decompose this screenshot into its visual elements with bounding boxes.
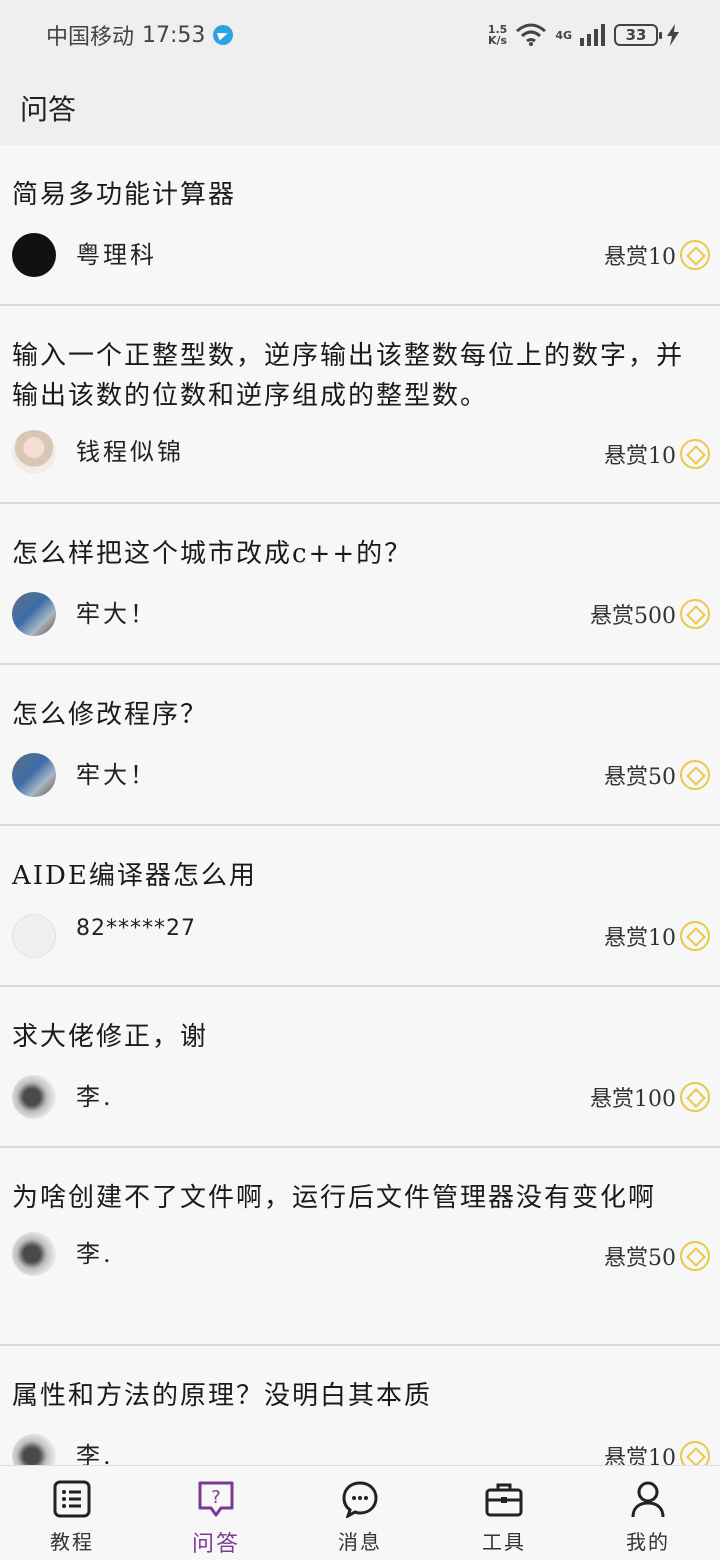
avatar[interactable]	[12, 753, 56, 797]
network-type: 4G	[555, 28, 572, 42]
list-icon	[53, 1480, 91, 1518]
avatar[interactable]	[12, 1232, 56, 1276]
coin-icon	[680, 439, 710, 469]
question-title: 输入一个正整型数，逆序输出该整数每位上的数字，并输出该数的位数和逆序组成的整型数…	[12, 341, 685, 411]
avatar[interactable]	[12, 914, 56, 958]
avatar[interactable]	[12, 233, 56, 277]
author-name[interactable]: 钱程似锦	[76, 432, 184, 467]
question-meta: 李. 悬赏50	[12, 1224, 710, 1284]
reward: 悬赏500	[590, 598, 710, 630]
coin-icon	[680, 240, 710, 270]
question-title: 怎么修改程序？	[12, 700, 209, 730]
tab-tutorial[interactable]: 教程	[0, 1466, 144, 1560]
telegram-icon	[213, 25, 234, 45]
question-item[interactable]: 简易多功能计算器 粤理科 悬赏10	[0, 145, 720, 306]
tab-label: 我的	[626, 1530, 670, 1554]
question-title: 求大佬修正，谢	[12, 1022, 209, 1052]
coin-icon	[680, 921, 710, 951]
question-item[interactable]: 属性和方法的原理？没明白其本质 李. 悬赏10	[0, 1346, 720, 1465]
avatar[interactable]	[12, 430, 56, 474]
reward-label: 悬赏10	[604, 1446, 676, 1465]
charging-icon	[667, 24, 679, 46]
tab-profile[interactable]: 我的	[576, 1466, 720, 1560]
reward-label: 悬赏100	[590, 1087, 676, 1112]
question-item[interactable]: 为啥创建不了文件啊，运行后文件管理器没有变化啊 李. 悬赏50	[0, 1148, 720, 1346]
question-item[interactable]: 求大佬修正，谢 李. 悬赏100	[0, 987, 720, 1148]
net-speed: 1.5 K/s	[488, 24, 508, 46]
tab-qa[interactable]: ? 问答	[144, 1466, 288, 1560]
author-name[interactable]: 李.	[76, 1077, 114, 1112]
tab-label: 工具	[482, 1530, 526, 1554]
tab-tools[interactable]: 工具	[432, 1466, 576, 1560]
author-name[interactable]: 李.	[76, 1234, 114, 1269]
net-speed-unit: K/s	[488, 34, 508, 47]
tab-messages[interactable]: 消息	[288, 1466, 432, 1560]
bottom-nav: 教程 ? 问答 消息 工具 我的	[0, 1465, 720, 1560]
page-title: 问答	[20, 92, 77, 126]
app-bar: 问答	[0, 70, 720, 145]
clock: 17:53	[142, 22, 206, 48]
question-title: AIDE编译器怎么用	[12, 861, 257, 891]
author-name[interactable]: 李.	[76, 1436, 114, 1465]
coin-icon	[680, 1441, 710, 1465]
question-title: 为啥创建不了文件啊，运行后文件管理器没有变化啊	[12, 1183, 657, 1213]
question-meta: 牢大！ 悬赏500	[12, 582, 710, 642]
reward: 悬赏10	[604, 1440, 710, 1465]
question-meta: 82*****27 悬赏10	[12, 904, 710, 964]
reward-label: 悬赏10	[604, 926, 676, 951]
reward: 悬赏10	[604, 920, 710, 952]
question-title: 简易多功能计算器	[12, 180, 237, 210]
status-bar: 中国移动 17:53 1.5 K/s 4G 33	[0, 0, 720, 70]
question-icon: ?	[198, 1481, 234, 1517]
battery-indicator: 33	[614, 24, 662, 46]
question-item[interactable]: 怎么样把这个城市改成c++的？ 牢大！ 悬赏500	[0, 504, 720, 665]
reward-label: 悬赏50	[604, 1246, 676, 1271]
message-icon	[342, 1481, 378, 1518]
reward-label: 悬赏500	[590, 604, 676, 629]
coin-icon	[680, 1082, 710, 1112]
question-title: 属性和方法的原理？没明白其本质	[12, 1381, 433, 1411]
question-meta: 李. 悬赏100	[12, 1065, 710, 1125]
avatar[interactable]	[12, 1075, 56, 1119]
author-name[interactable]: 82*****27	[76, 916, 196, 941]
avatar[interactable]	[12, 592, 56, 636]
question-meta: 钱程似锦 悬赏10	[12, 422, 710, 482]
question-item[interactable]: AIDE编译器怎么用 82*****27 悬赏10	[0, 826, 720, 987]
status-left: 中国移动 17:53	[46, 19, 234, 51]
reward: 悬赏100	[590, 1081, 710, 1113]
avatar[interactable]	[12, 1434, 56, 1465]
question-meta: 牢大！ 悬赏50	[12, 743, 710, 803]
tab-label: 问答	[191, 1532, 240, 1557]
carrier: 中国移动	[46, 25, 135, 50]
author-name[interactable]: 粤理科	[76, 235, 157, 270]
reward: 悬赏10	[604, 239, 710, 271]
reward: 悬赏50	[604, 759, 710, 791]
wifi-icon	[516, 23, 547, 46]
author-name[interactable]: 牢大！	[76, 755, 157, 790]
reward: 悬赏50	[604, 1240, 710, 1272]
reward-label: 悬赏50	[604, 765, 676, 790]
tab-label: 消息	[338, 1530, 382, 1554]
person-icon	[631, 1481, 665, 1518]
question-meta: 李. 悬赏10	[12, 1424, 710, 1465]
question-item[interactable]: 输入一个正整型数，逆序输出该整数每位上的数字，并输出该数的位数和逆序组成的整型数…	[0, 306, 720, 504]
question-item[interactable]: 怎么修改程序？ 牢大！ 悬赏50	[0, 665, 720, 826]
question-title: 怎么样把这个城市改成c++的？	[12, 539, 413, 569]
coin-icon	[680, 760, 710, 790]
signal-icon	[580, 24, 605, 46]
coin-icon	[680, 599, 710, 629]
svg-text:?: ?	[211, 1487, 221, 1508]
coin-icon	[680, 1241, 710, 1271]
question-meta: 粤理科 悬赏10	[12, 223, 710, 283]
reward-label: 悬赏10	[604, 444, 676, 469]
tab-label: 教程	[50, 1530, 94, 1554]
author-name[interactable]: 牢大！	[76, 594, 157, 629]
toolbox-icon	[485, 1483, 523, 1517]
question-feed[interactable]: 简易多功能计算器 粤理科 悬赏10 输入一个正整型数，逆序输出该整数每位上的数字…	[0, 145, 720, 1465]
reward-label: 悬赏10	[604, 245, 676, 270]
status-right: 1.5 K/s 4G 33	[488, 23, 680, 47]
reward: 悬赏10	[604, 438, 710, 470]
